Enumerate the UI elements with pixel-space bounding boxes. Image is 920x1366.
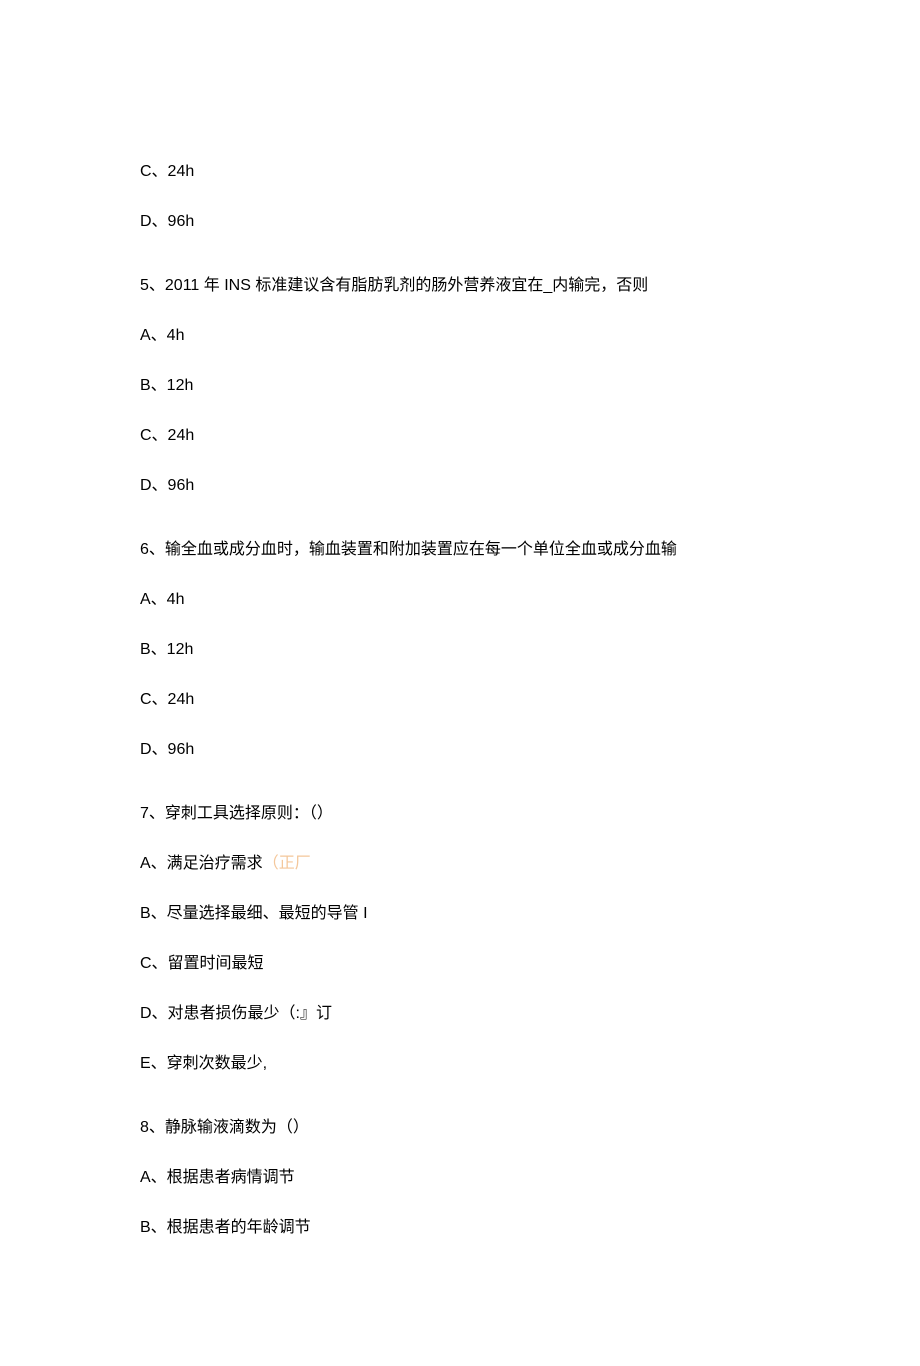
q7-option-e: E、穿刺次数最少,	[140, 1052, 780, 1076]
q6-option-a: A、4h	[140, 588, 780, 612]
q8-option-b: B、根据患者的年龄调节	[140, 1216, 780, 1240]
q7-option-a-annotation: （正厂	[263, 855, 311, 872]
q7-option-b: B、尽量选择最细、最短的导管 I	[140, 902, 780, 926]
q6-option-d: D、96h	[140, 738, 780, 762]
q4-option-d: D、96h	[140, 210, 780, 234]
q8-option-a: A、根据患者病情调节	[140, 1166, 780, 1190]
q8-stem: 8、静脉输液滴数为（）	[140, 1116, 780, 1140]
q7-option-d: D、对患者损伤最少（:』订	[140, 1002, 780, 1026]
q5-option-d: D、96h	[140, 474, 780, 498]
q6-option-b: B、12h	[140, 638, 780, 662]
q5-option-c: C、24h	[140, 424, 780, 448]
q7-stem: 7、穿刺工具选择原则：（）	[140, 802, 780, 826]
q7-option-a: A、满足治疗需求（正厂	[140, 852, 780, 876]
q5-option-b: B、12h	[140, 374, 780, 398]
document-page: C、24h D、96h 5、2011 年 INS 标准建议含有脂肪乳剂的肠外营养…	[0, 0, 920, 1366]
q4-option-c: C、24h	[140, 160, 780, 184]
q6-stem: 6、输全血或成分血时，输血装置和附加装置应在每一个单位全血或成分血输	[140, 538, 780, 562]
q5-stem: 5、2011 年 INS 标准建议含有脂肪乳剂的肠外营养液宜在_内输完，否则	[140, 274, 780, 298]
q7-option-c: C、留置时间最短	[140, 952, 780, 976]
q5-option-a: A、4h	[140, 324, 780, 348]
q7-option-a-text: A、满足治疗需求	[140, 855, 263, 872]
q6-option-c: C、24h	[140, 688, 780, 712]
